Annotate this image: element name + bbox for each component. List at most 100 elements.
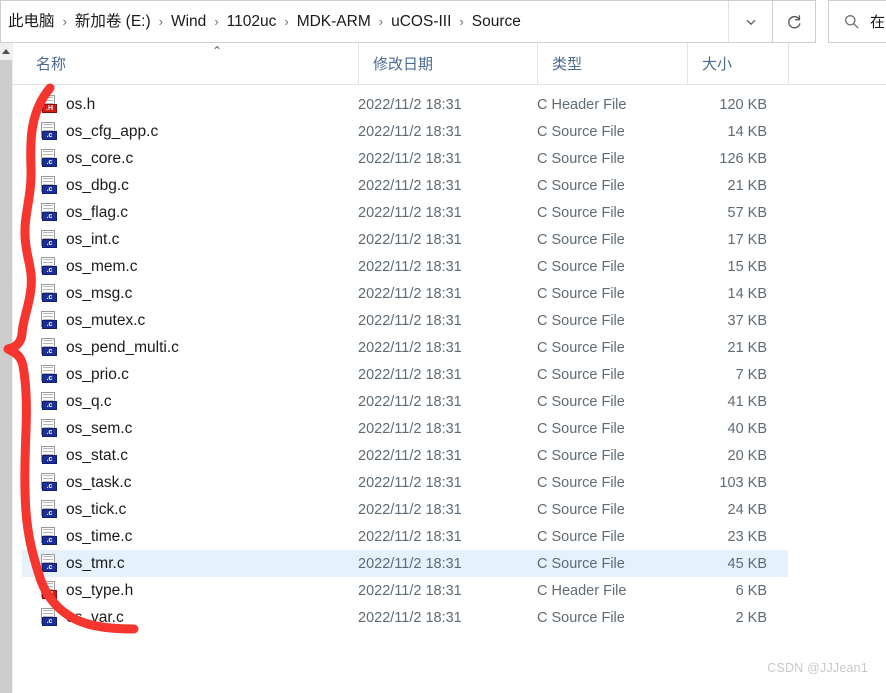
file-name-cell: .c os_stat.c (40, 446, 128, 465)
file-explorer-window: 此电脑 › 新加卷 (E:) › Wind › 1102uc › MDK-ARM › uCOS-II… (0, 0, 886, 693)
c-header-file-icon: .H (40, 581, 57, 600)
c-source-file-icon: .c (40, 446, 57, 465)
column-header-name-label: 名称 (36, 56, 67, 73)
file-size-cell: 17 KB (727, 231, 768, 248)
file-row[interactable]: .c os_tick.c 2022/11/2 18:31 C Source File 2… (22, 496, 788, 523)
c-source-file-icon: .c (40, 608, 57, 627)
refresh-button[interactable] (772, 0, 816, 43)
file-row[interactable]: .H os.h 2022/11/2 18:31 C Header File 120 KB (22, 91, 788, 118)
file-name-cell: .c os_int.c (40, 230, 119, 249)
column-header-spacer (788, 43, 886, 84)
file-row[interactable]: .c os_sem.c 2022/11/2 18:31 C Source File 40… (22, 415, 788, 442)
column-header-size[interactable]: 大小 (687, 43, 788, 84)
file-date-cell: 2022/11/2 18:31 (358, 312, 462, 329)
file-row[interactable]: .c os_pend_multi.c 2022/11/2 18:31 C Source… (22, 334, 788, 361)
file-name-cell: .c os_time.c (40, 527, 132, 546)
file-name-label: os_type.h (66, 581, 134, 599)
breadcrumb-bar[interactable]: 此电脑 › 新加卷 (E:) › Wind › 1102uc › MDK-ARM › uCOS-II… (0, 0, 772, 43)
breadcrumb-separator: › (214, 13, 219, 29)
file-size-cell: 7 KB (735, 366, 767, 383)
file-row[interactable]: .c os_tmr.c 2022/11/2 18:31 C Source File 45… (22, 550, 788, 577)
file-name-label: os.h (66, 95, 96, 113)
file-name-cell: .c os_prio.c (40, 365, 129, 384)
file-name-label: os_int.c (66, 230, 120, 248)
file-row[interactable]: .c os_prio.c 2022/11/2 18:31 C Source File 7… (22, 361, 788, 388)
file-name-cell: .H os.h (40, 95, 95, 114)
file-size-cell: 14 KB (727, 285, 768, 302)
file-list[interactable]: .H os.h 2022/11/2 18:31 C Header File 120 KB… (0, 85, 886, 693)
sort-ascending-icon: ⌃ (212, 44, 223, 58)
column-header-date-modified[interactable]: 修改日期 (358, 43, 537, 84)
file-date-cell: 2022/11/2 18:31 (358, 393, 462, 410)
file-date-cell: 2022/11/2 18:31 (358, 420, 462, 437)
file-name-label: os_cfg_app.c (66, 122, 159, 140)
search-box[interactable]: 在 (828, 0, 886, 43)
file-name-label: os_mem.c (66, 257, 138, 275)
column-header-type[interactable]: 类型 (537, 43, 687, 84)
file-row[interactable]: .c os_mem.c 2022/11/2 18:31 C Source File 15… (22, 253, 788, 280)
file-name-cell: .c os_core.c (40, 149, 133, 168)
file-date-cell: 2022/11/2 18:31 (358, 609, 462, 626)
file-row[interactable]: .c os_var.c 2022/11/2 18:31 C Source File 2 … (22, 604, 788, 631)
c-source-file-icon: .c (40, 122, 57, 141)
file-row[interactable]: .c os_msg.c 2022/11/2 18:31 C Source File 14… (22, 280, 788, 307)
breadcrumb-item-5[interactable]: uCOS-III (386, 9, 456, 35)
c-source-file-icon: .c (40, 149, 57, 168)
file-row[interactable]: .H os_type.h 2022/11/2 18:31 C Header File 6… (22, 577, 788, 604)
file-row[interactable]: .c os_mutex.c 2022/11/2 18:31 C Source File… (22, 307, 788, 334)
breadcrumb-dropdown-button[interactable] (728, 1, 772, 42)
file-row[interactable]: .c os_stat.c 2022/11/2 18:31 C Source File 2… (22, 442, 788, 469)
file-row[interactable]: .c os_task.c 2022/11/2 18:31 C Source File 1… (22, 469, 788, 496)
file-name-label: os_task.c (66, 473, 132, 491)
breadcrumb-item-6[interactable]: Source (467, 9, 526, 35)
c-source-file-icon: .c (40, 338, 57, 357)
file-row[interactable]: .c os_time.c 2022/11/2 18:31 C Source File 2… (22, 523, 788, 550)
file-date-cell: 2022/11/2 18:31 (358, 204, 462, 221)
c-source-file-icon: .c (40, 365, 57, 384)
file-row[interactable]: .c os_flag.c 2022/11/2 18:31 C Source File 5… (22, 199, 788, 226)
breadcrumb-item-4[interactable]: MDK-ARM (292, 9, 376, 35)
file-size-cell: 21 KB (727, 339, 768, 356)
file-row[interactable]: .c os_int.c 2022/11/2 18:31 C Source File 17… (22, 226, 788, 253)
c-source-file-icon: .c (40, 176, 57, 195)
breadcrumb-item-1[interactable]: 新加卷 (E:) (70, 9, 156, 35)
file-name-cell: .c os_dbg.c (40, 176, 129, 195)
breadcrumb-separator: › (158, 13, 163, 29)
breadcrumb-item-0[interactable]: 此电脑 (3, 9, 60, 35)
scrollbar-thumb[interactable] (0, 60, 12, 693)
file-name-cell: .c os_flag.c (40, 203, 128, 222)
c-source-file-icon: .c (40, 284, 57, 303)
column-header-size-label: 大小 (702, 56, 733, 73)
file-name-label: os_var.c (66, 608, 124, 626)
search-input-text: 在 (870, 14, 886, 31)
file-date-cell: 2022/11/2 18:31 (358, 258, 462, 275)
file-size-cell: 120 KB (719, 96, 767, 113)
column-header-row: 名称 ⌃ 修改日期 类型 大小 (0, 43, 886, 85)
column-header-name[interactable]: 名称 ⌃ (22, 43, 358, 84)
file-date-cell: 2022/11/2 18:31 (358, 555, 462, 572)
file-date-cell: 2022/11/2 18:31 (358, 474, 462, 491)
column-header-type-label: 类型 (552, 56, 583, 73)
breadcrumb-separator: › (459, 13, 464, 29)
file-row[interactable]: .c os_core.c 2022/11/2 18:31 C Source File 1… (22, 145, 788, 172)
file-name-label: os_mutex.c (66, 311, 146, 329)
file-date-cell: 2022/11/2 18:31 (358, 366, 462, 383)
scroll-up-button[interactable] (0, 43, 12, 60)
breadcrumb-item-3[interactable]: 1102uc (222, 9, 282, 35)
file-row[interactable]: .c os_cfg_app.c 2022/11/2 18:31 C Source Fi… (22, 118, 788, 145)
vertical-scrollbar[interactable] (0, 43, 12, 693)
file-size-cell: 21 KB (727, 177, 768, 194)
search-icon (845, 15, 859, 29)
file-date-cell: 2022/11/2 18:31 (358, 285, 462, 302)
c-source-file-icon: .c (40, 230, 57, 249)
file-name-cell: .c os_tmr.c (40, 554, 125, 573)
list-left-border (12, 43, 13, 693)
file-name-label: os_msg.c (66, 284, 133, 302)
file-row[interactable]: .c os_dbg.c 2022/11/2 18:31 C Source File 21… (22, 172, 788, 199)
file-size-cell: 2 KB (735, 609, 767, 626)
c-source-file-icon: .c (40, 311, 57, 330)
file-date-cell: 2022/11/2 18:31 (358, 123, 462, 140)
file-name-label: os_prio.c (66, 365, 129, 383)
file-row[interactable]: .c os_q.c 2022/11/2 18:31 C Source File 41 K… (22, 388, 788, 415)
breadcrumb-item-2[interactable]: Wind (166, 9, 211, 35)
